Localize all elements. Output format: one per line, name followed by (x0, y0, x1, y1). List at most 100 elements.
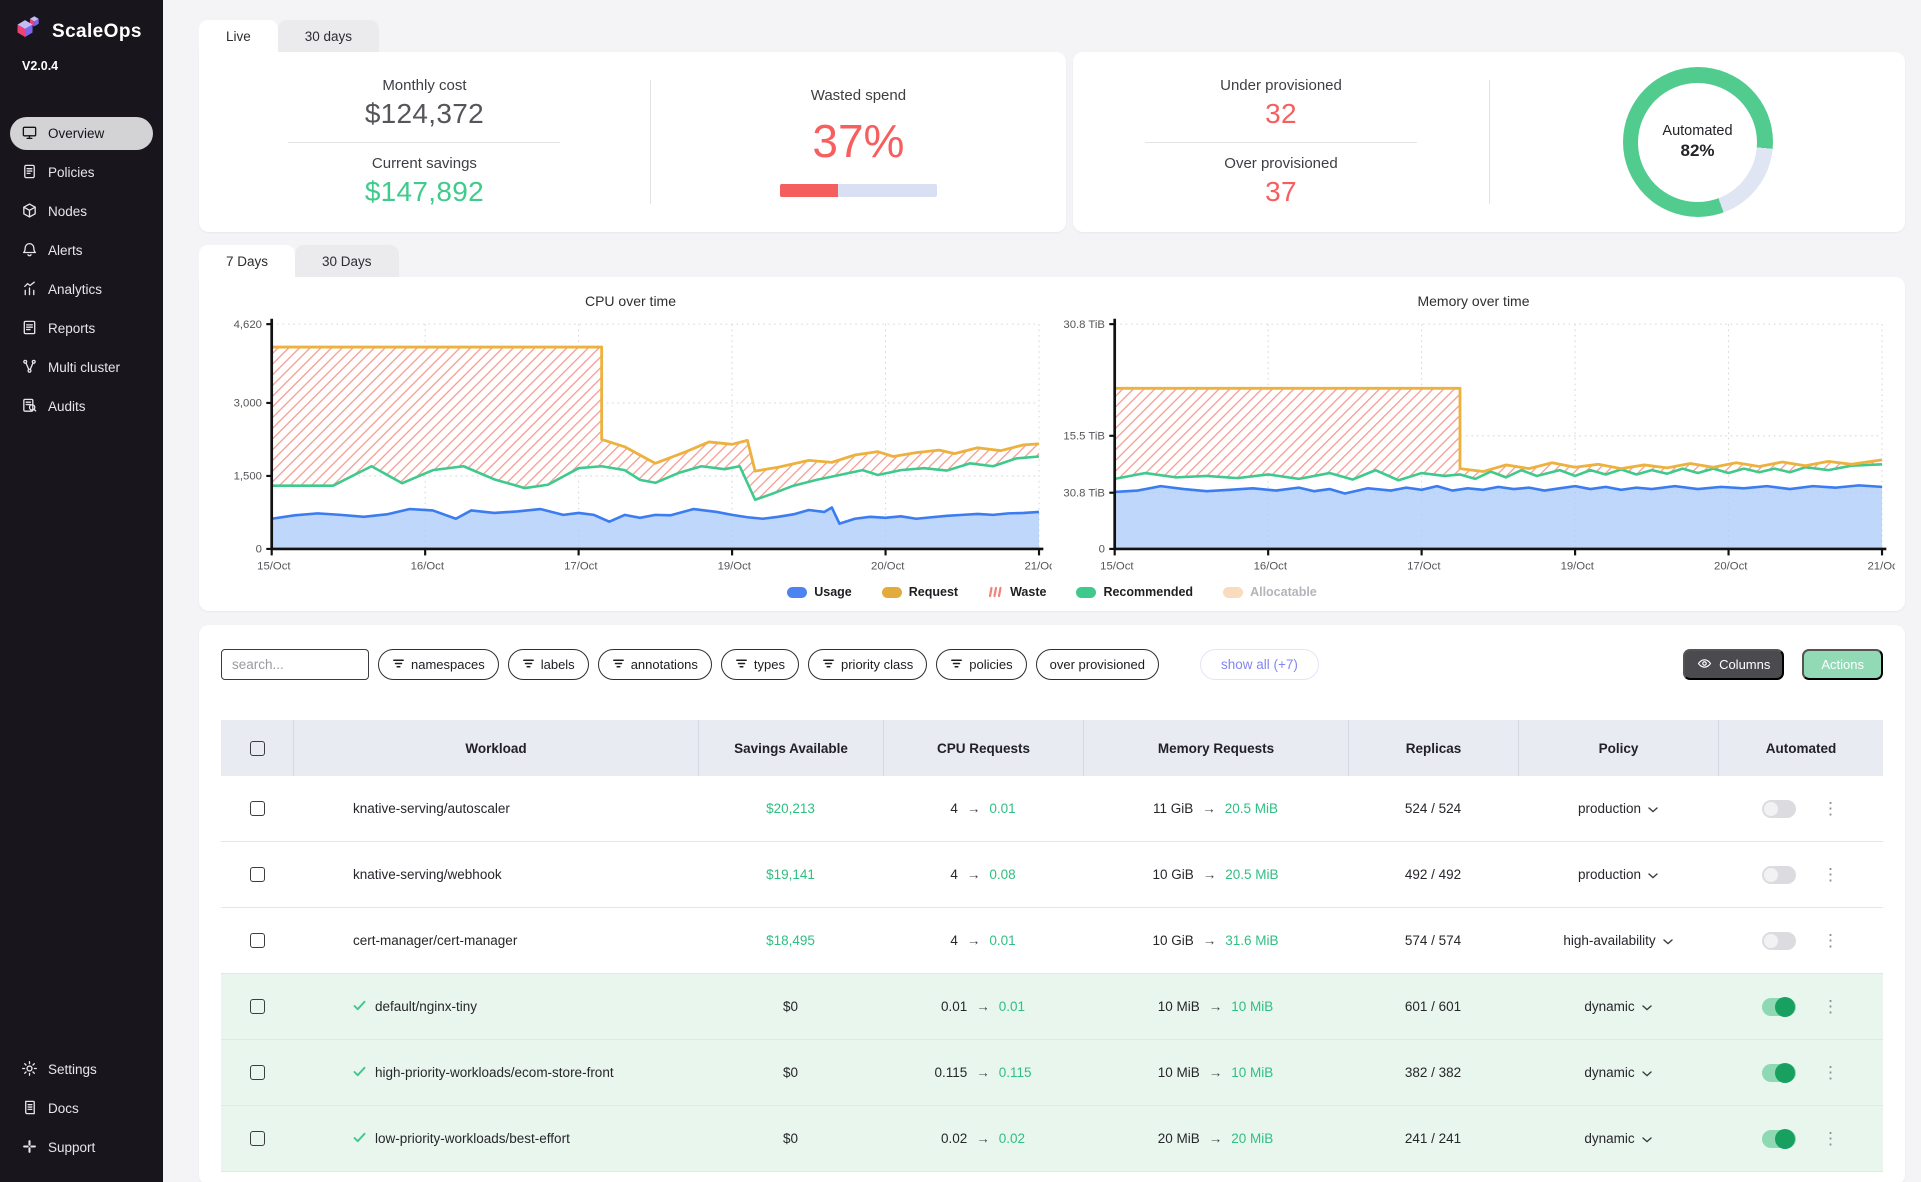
sidebar-item-docs[interactable]: Docs (10, 1092, 153, 1125)
cpu-requests-cell: 4→0.08 (883, 867, 1083, 882)
sidebar-item-alerts[interactable]: Alerts (10, 234, 153, 267)
column-header-automated[interactable]: Automated (1718, 720, 1883, 776)
policy-dropdown[interactable]: dynamic (1518, 1131, 1718, 1146)
column-header-memory-requests[interactable]: Memory Requests (1083, 720, 1348, 776)
charts-panel: CPU over time4,6203,0001,500015/Oct16/Oc… (199, 277, 1905, 611)
select-all-checkbox[interactable] (250, 741, 265, 756)
row-checkbox[interactable] (250, 933, 265, 948)
filter-pill-over-provisioned[interactable]: over provisioned (1036, 649, 1159, 680)
filter-pill-labels[interactable]: labels (508, 649, 589, 680)
filter-pill-annotations[interactable]: annotations (598, 649, 712, 680)
automated-toggle[interactable] (1762, 932, 1796, 950)
filter-pill-policies[interactable]: policies (936, 649, 1026, 680)
workload-cell: cert-manager/cert-manager (293, 933, 698, 948)
filter-icon (522, 657, 535, 673)
legend-item-allocatable[interactable]: Allocatable (1223, 585, 1317, 599)
cpu-over-time-chart: CPU over time4,6203,0001,500015/Oct16/Oc… (209, 287, 1052, 581)
sidebar-item-multi-cluster[interactable]: Multi cluster (10, 351, 153, 384)
column-header-policy[interactable]: Policy (1518, 720, 1718, 776)
row-checkbox-cell (221, 1131, 293, 1146)
automated-toggle[interactable] (1762, 866, 1796, 884)
sidebar-item-nodes[interactable]: Nodes (10, 195, 153, 228)
replicas-cell: 574 / 574 (1348, 933, 1518, 948)
svg-text:4,620: 4,620 (234, 319, 262, 331)
show-all-button[interactable]: show all (+7) (1200, 649, 1319, 680)
filter-pill-label: labels (541, 657, 575, 672)
automated-toggle[interactable] (1762, 1064, 1796, 1082)
kebab-menu-icon[interactable]: ⋮ (1822, 866, 1839, 883)
row-checkbox[interactable] (250, 999, 265, 1014)
kebab-menu-icon[interactable]: ⋮ (1822, 800, 1839, 817)
table-row-knative-serving-autoscaler[interactable]: knative-serving/autoscaler$20,2134→0.011… (221, 776, 1883, 842)
filter-pill-namespaces[interactable]: namespaces (378, 649, 499, 680)
mem-from: 20 MiB (1158, 1131, 1200, 1146)
cpu-to: 0.08 (989, 867, 1015, 882)
cpu-requests-cell: 0.02→0.02 (883, 1131, 1083, 1146)
tab-30-days[interactable]: 30 days (278, 20, 379, 52)
table-row-knative-serving-webhook[interactable]: knative-serving/webhook$19,1414→0.0810 G… (221, 842, 1883, 908)
column-header-savings-available[interactable]: Savings Available (698, 720, 883, 776)
policy-dropdown[interactable]: production (1518, 867, 1718, 882)
cost-card: Monthly cost $124,372 Current savings $1… (199, 52, 1066, 232)
sidebar-item-policies[interactable]: Policies (10, 156, 153, 189)
actions-button[interactable]: Actions (1802, 649, 1883, 680)
automated-toggle[interactable] (1762, 1130, 1796, 1148)
columns-button[interactable]: Columns (1683, 649, 1784, 680)
svg-text:21/Oct: 21/Oct (1024, 560, 1052, 572)
nav-item-label: Policies (48, 165, 95, 180)
alerts-icon (21, 241, 38, 261)
row-checkbox[interactable] (250, 867, 265, 882)
table-row-default-nginx-tiny[interactable]: default/nginx-tiny$00.01→0.0110 MiB→10 M… (221, 974, 1883, 1040)
row-checkbox[interactable] (250, 801, 265, 816)
svg-text:15.5 TiB: 15.5 TiB (1063, 431, 1105, 443)
sidebar-item-reports[interactable]: Reports (10, 312, 153, 345)
column-header-replicas[interactable]: Replicas (1348, 720, 1518, 776)
policy-dropdown[interactable]: production (1518, 801, 1718, 816)
legend-item-waste[interactable]: Waste (988, 585, 1046, 599)
legend-item-request[interactable]: Request (882, 585, 958, 599)
workload-name: knative-serving/autoscaler (353, 801, 510, 816)
mem-from: 11 GiB (1153, 801, 1193, 816)
filter-pill-types[interactable]: types (721, 649, 799, 680)
legend-item-usage[interactable]: Usage (787, 585, 852, 599)
under-provisioned-value: 32 (1265, 98, 1297, 130)
filter-pill-label: types (754, 657, 785, 672)
table-row-cert-manager-cert-manager[interactable]: cert-manager/cert-manager$18,4954→0.0110… (221, 908, 1883, 974)
cpu-from: 4 (950, 801, 958, 816)
memory-requests-cell: 10 MiB→10 MiB (1083, 1065, 1348, 1080)
column-header-workload[interactable]: Workload (293, 720, 698, 776)
policy-dropdown[interactable]: dynamic (1518, 999, 1718, 1014)
mem-to: 31.6 MiB (1225, 933, 1278, 948)
search-input[interactable] (221, 649, 369, 680)
policy-dropdown[interactable]: dynamic (1518, 1065, 1718, 1080)
tab-7-days[interactable]: 7 Days (199, 245, 295, 277)
sidebar-item-support[interactable]: Support (10, 1131, 153, 1164)
row-checkbox[interactable] (250, 1131, 265, 1146)
charts-row: CPU over time4,6203,0001,500015/Oct16/Oc… (209, 287, 1895, 581)
kebab-menu-icon[interactable]: ⋮ (1822, 998, 1839, 1015)
tab-live[interactable]: Live (199, 20, 278, 52)
svg-text:1,500: 1,500 (234, 471, 262, 483)
kebab-menu-icon[interactable]: ⋮ (1822, 1130, 1839, 1147)
legend-item-recommended[interactable]: Recommended (1076, 585, 1193, 599)
mem-to: 20 MiB (1231, 1131, 1273, 1146)
sidebar-footer-nav: Settings Docs Support (0, 1053, 163, 1164)
sidebar-item-analytics[interactable]: Analytics (10, 273, 153, 306)
sidebar-item-audits[interactable]: Audits (10, 390, 153, 423)
svg-text:0: 0 (256, 544, 262, 556)
automated-toggle[interactable] (1762, 998, 1796, 1016)
sidebar-item-settings[interactable]: Settings (10, 1053, 153, 1086)
tab-30-days-charts[interactable]: 30 Days (295, 245, 399, 277)
filter-pill-priority-class[interactable]: priority class (808, 649, 927, 680)
row-checkbox[interactable] (250, 1065, 265, 1080)
kebab-menu-icon[interactable]: ⋮ (1822, 932, 1839, 949)
legend-label: Recommended (1103, 585, 1193, 599)
kebab-menu-icon[interactable]: ⋮ (1822, 1064, 1839, 1081)
table-row-high-priority-workloads-ecom-store-front[interactable]: high-priority-workloads/ecom-store-front… (221, 1040, 1883, 1106)
chevron-down-icon (1642, 999, 1652, 1014)
policy-dropdown[interactable]: high-availability (1518, 933, 1718, 948)
table-row-low-priority-workloads-best-effort[interactable]: low-priority-workloads/best-effort$00.02… (221, 1106, 1883, 1172)
automated-toggle[interactable] (1762, 800, 1796, 818)
sidebar-item-overview[interactable]: Overview (10, 117, 153, 150)
column-header-cpu-requests[interactable]: CPU Requests (883, 720, 1083, 776)
